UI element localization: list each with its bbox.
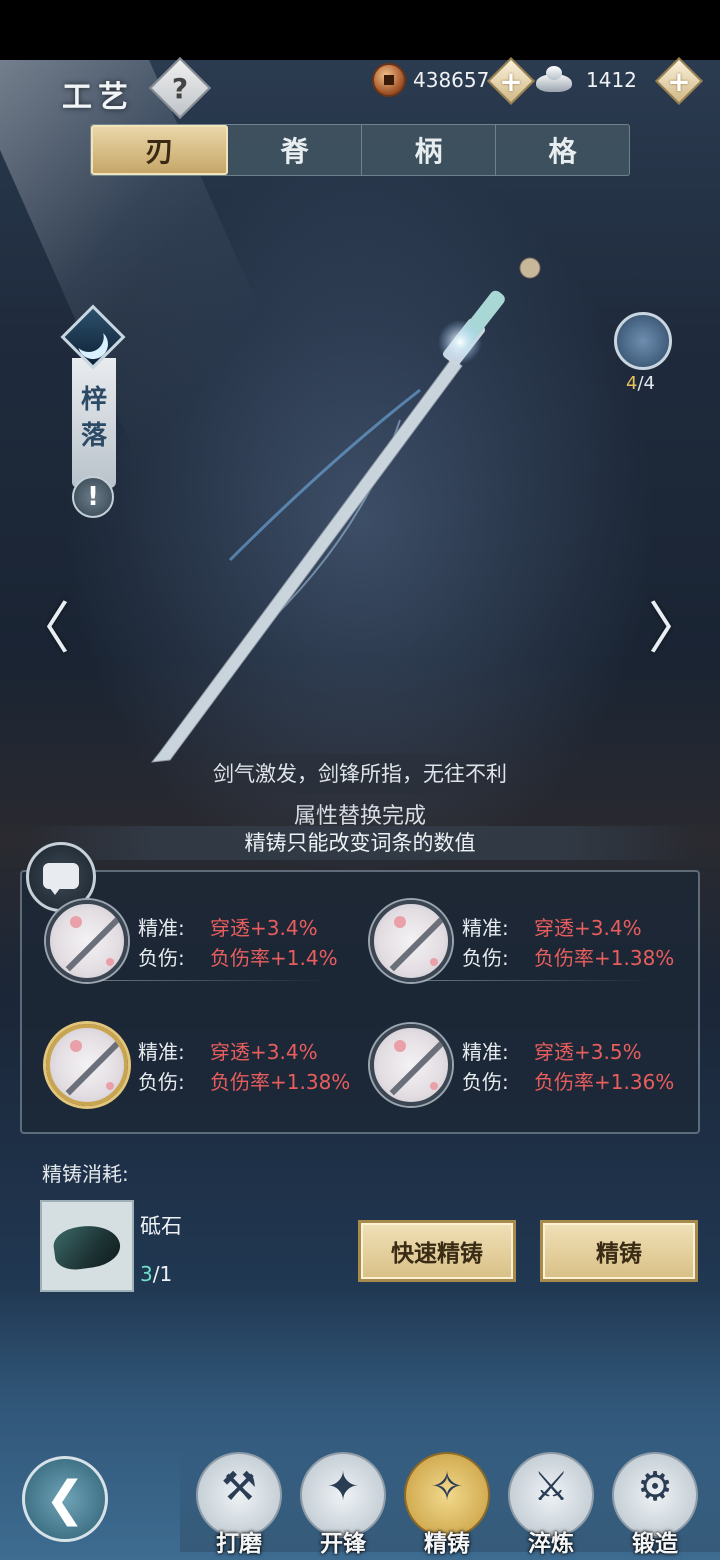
- material-name: 砥石: [140, 1214, 182, 1238]
- nav-edge[interactable]: ✦ 开锋: [298, 1452, 388, 1557]
- attribute-option-3[interactable]: 精准: 穿透+3.4% 负伤: 负伤率+1.38%: [20, 1020, 350, 1110]
- nav-forge[interactable]: ⚙ 锻造: [610, 1452, 700, 1557]
- attribute-option-1[interactable]: 精准: 穿透+3.4% 负伤: 负伤率+1.4%: [20, 896, 340, 986]
- attr-value: 负伤率+1.38%: [210, 1070, 351, 1094]
- next-weapon-button[interactable]: 〉: [648, 600, 704, 660]
- material-slot[interactable]: [40, 1200, 134, 1292]
- chat-icon: [43, 863, 79, 895]
- refine-icon: ✧: [430, 1464, 464, 1510]
- weapon-name: 梓落: [80, 385, 107, 451]
- edge-icon: ✦: [326, 1464, 360, 1510]
- attribute-option-2[interactable]: 精准: 穿透+3.4% 负伤: 负伤率+1.38%: [344, 896, 674, 986]
- sharpen-icon: ⚒: [221, 1464, 257, 1510]
- whetstone-icon: [51, 1221, 123, 1273]
- refine-hint: 精铸只能改变词条的数值: [20, 826, 700, 860]
- part-tabs: 刃 脊 柄 格: [90, 124, 630, 176]
- blade-attribute-icon: [370, 1024, 452, 1106]
- sword-blade: [150, 357, 463, 763]
- attribute-option-4[interactable]: 精准: 穿透+3.5% 负伤: 负伤率+1.36%: [344, 1020, 674, 1110]
- nav-refine[interactable]: ✧ 精铸: [402, 1452, 492, 1557]
- nav-temper[interactable]: ⚔ 淬炼: [506, 1452, 596, 1557]
- nav-label: 淬炼: [528, 1531, 574, 1557]
- flavor-text: 剑气激发，剑锋所指，无往不利: [170, 754, 550, 794]
- attr-label: 精准:: [462, 916, 509, 940]
- silver-amount: 1412: [586, 68, 637, 92]
- material-have: 3: [140, 1262, 153, 1286]
- question-icon: ?: [171, 71, 189, 105]
- temper-icon: ⚔: [533, 1464, 569, 1510]
- silver-ingot-icon: [532, 62, 576, 96]
- cost-title: 精铸消耗:: [42, 1162, 129, 1186]
- tab-blade[interactable]: 刃: [91, 125, 228, 175]
- divider: [424, 980, 654, 981]
- nav-label: 开锋: [320, 1531, 366, 1557]
- nav-label: 打磨: [216, 1531, 262, 1557]
- attr-value: 穿透+3.5%: [534, 1040, 642, 1064]
- copper-amount: 438657: [413, 68, 490, 92]
- nav-label: 锻造: [632, 1531, 678, 1557]
- material-count: 3/1: [140, 1262, 172, 1286]
- blade-attribute-icon: [46, 900, 128, 982]
- skill-total: /4: [637, 373, 655, 394]
- attr-label: 负伤:: [462, 946, 509, 970]
- back-button[interactable]: ❮: [22, 1456, 108, 1542]
- attr-value: 穿透+3.4%: [210, 916, 318, 940]
- attr-label: 负伤:: [138, 1070, 185, 1094]
- refine-button[interactable]: 精铸: [540, 1220, 698, 1282]
- attr-label: 精准:: [138, 916, 185, 940]
- plus-icon: +: [499, 64, 523, 98]
- nav-sharpen[interactable]: ⚒ 打磨: [194, 1452, 284, 1557]
- tab-guard[interactable]: 格: [496, 125, 629, 175]
- plus-icon: +: [667, 64, 691, 98]
- screen-root: 工艺 ? 438657 + 1412 + 刃 脊 柄 格 梓落 ! 4/4 〈 …: [0, 0, 720, 1560]
- attr-label: 负伤:: [462, 1070, 509, 1094]
- copper-coin-icon: [372, 63, 406, 97]
- attr-value: 负伤率+1.4%: [210, 946, 338, 970]
- tab-spine[interactable]: 脊: [228, 125, 362, 175]
- material-need: /1: [152, 1262, 173, 1286]
- page-title: 工艺: [62, 80, 134, 115]
- sword-sparkle: [438, 320, 482, 364]
- sword-pommel: [519, 257, 541, 279]
- attr-value: 负伤率+1.36%: [534, 1070, 675, 1094]
- skill-current: 4: [626, 373, 638, 394]
- attr-label: 精准:: [138, 1040, 185, 1064]
- quick-refine-button[interactable]: 快速精铸: [358, 1220, 516, 1282]
- attr-value: 穿透+3.4%: [534, 916, 642, 940]
- blade-attribute-icon: [46, 1024, 128, 1106]
- attr-value: 负伤率+1.38%: [534, 946, 675, 970]
- skill-button[interactable]: [614, 312, 672, 370]
- info-button[interactable]: !: [72, 476, 114, 518]
- attr-label: 精准:: [462, 1040, 509, 1064]
- skill-count: 4/4: [626, 373, 655, 394]
- nav-label: 精铸: [424, 1531, 470, 1557]
- forge-icon: ⚙: [637, 1464, 673, 1510]
- tab-hilt[interactable]: 柄: [362, 125, 496, 175]
- prev-weapon-button[interactable]: 〈: [14, 600, 70, 660]
- attr-value: 穿透+3.4%: [210, 1040, 318, 1064]
- blade-attribute-icon: [370, 900, 452, 982]
- divider: [100, 980, 330, 981]
- attr-label: 负伤:: [138, 946, 185, 970]
